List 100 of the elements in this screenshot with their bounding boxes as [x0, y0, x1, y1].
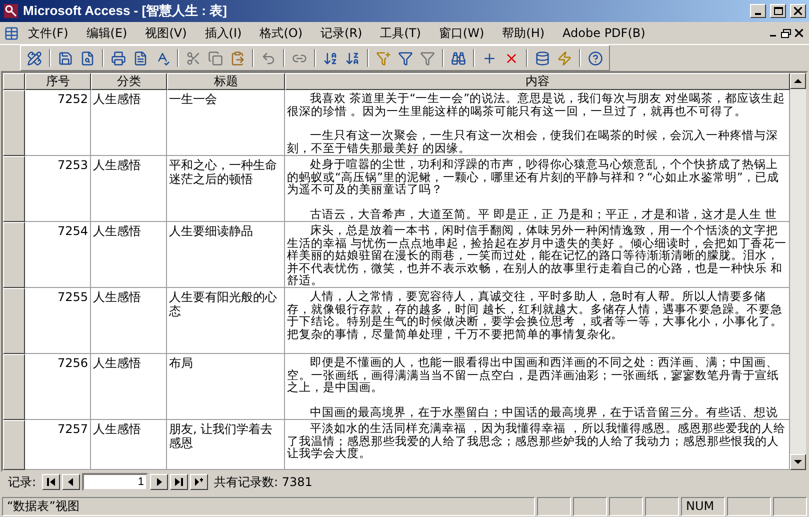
menu-item[interactable]: 文件(F) [19, 22, 78, 44]
first-record-button[interactable] [42, 474, 60, 490]
table-cell: 人生要有阳光般的心态 [167, 288, 285, 354]
status-pane [773, 496, 807, 516]
record-selector[interactable] [3, 288, 25, 354]
table-cell: 7255 [25, 288, 91, 354]
table-cell: 7252 [25, 90, 91, 156]
table-cell: 人生感悟 [91, 288, 167, 354]
column-header[interactable]: 标题 [167, 73, 285, 90]
record-number-field[interactable]: 1 [82, 473, 148, 491]
help-button[interactable] [586, 50, 605, 66]
table-cell: 7253 [25, 156, 91, 222]
new-record-icon [195, 478, 204, 486]
content-paragraph: 人情，人之常情，要宽容待人，真诚交往，平时多助人，急时有人帮。所以人情要多储存，就像银行存款，存的越多，时间 越长，红利就越大。多储存人情，遇事不要急躁。不要急于下结论。特别是生气的时候做决断，要学会换位思考 ，或者等一等，大事化小，小事化了。把复杂的事情，尽量简单处理，千万不要把简单的事情复杂化。 [287, 290, 784, 340]
menu-item[interactable]: 记录(R) [312, 22, 372, 44]
sort-descending-icon [345, 50, 360, 66]
table-cell: 朋友, 让我们学着去感恩 [167, 420, 285, 470]
database-window-icon [535, 50, 550, 66]
table-cell: 布局 [167, 354, 285, 420]
printer-icon [111, 50, 126, 66]
print-preview-icon [133, 50, 148, 66]
column-header[interactable]: 序号 [25, 73, 91, 90]
table-cell: 人生感悟 [91, 90, 167, 156]
menu-item[interactable]: 视图(V) [136, 22, 196, 44]
status-pane [537, 496, 571, 516]
save-icon [58, 50, 73, 66]
scissors-icon [186, 50, 201, 66]
close-icon [794, 7, 802, 15]
printer-button[interactable] [109, 50, 128, 66]
table-cell: 人生感悟 [91, 420, 167, 470]
table-icon [4, 26, 19, 40]
filter-form-icon [398, 50, 413, 66]
close-icon [795, 29, 803, 37]
undo-icon [261, 50, 276, 66]
first-record-icon [47, 478, 56, 486]
help-icon [588, 50, 603, 66]
record-selector[interactable] [3, 420, 25, 470]
table-cell: 人生要细读静品 [167, 222, 285, 288]
content-paragraph: 床头，总是放着一本书，闲时信手翻阅，体味另外一种闲情逸致，用一个个恬淡的文字把生活的幸福 与忧伤一点点地串起，捡拾起在岁月中遗失的美好 。倾心细读时，会把如丁香花一样美丽的姑娘驻留在漫长的雨巷，一笑而过处，能在记忆的路口等待渐渐清晰的朦胧。泪水，并不代表忧伤，微笑，也并不表示欢畅，在别人的故事里行走着自己的心路，也是一种快乐 和舒适。 [287, 224, 787, 286]
status-pane [645, 496, 679, 516]
table-cell: 7257 [25, 420, 91, 470]
table-cell: 7254 [25, 222, 91, 288]
close-button[interactable] [793, 28, 805, 38]
binoculars-icon [451, 50, 466, 66]
record-count: 共有记录数: 7381 [214, 474, 312, 490]
content-paragraph: 中国画的最高境界，在于水墨留白；中国话的最高境界，在于话音留三分。有些话、想说 [309, 406, 779, 418]
design-view-button[interactable] [25, 50, 44, 66]
binoculars-button[interactable] [449, 50, 468, 66]
down-arrow-icon [794, 458, 802, 466]
content-paragraph: 即便是不懂画的人，也能一眼看得出中国画和西洋画的不同之处：西洋画、满；中国画、空。一张画纸，画得满满当当不留一点空白，是西洋画油彩；一张画纸，寥寥数笔丹青于宣纸之上，是中国画。 [287, 356, 780, 394]
column-header[interactable]: 分类 [91, 73, 167, 90]
menu-item[interactable]: 插入(I) [196, 22, 251, 44]
new-object-icon [557, 50, 572, 66]
restore-button[interactable] [779, 28, 793, 38]
close-button[interactable] [790, 4, 806, 18]
menu-item[interactable]: 工具(T) [371, 22, 430, 44]
new-record-icon [482, 50, 497, 66]
last-record-button[interactable] [170, 474, 188, 490]
new-record-button[interactable] [190, 474, 208, 490]
select-all-button[interactable] [3, 73, 25, 90]
content-paragraph: 我喜欢 茶道里关于“一生一会”的说法。意思是说，我们每次与朋友 对坐喝茶，都应该生起很深的珍惜 。因为一生里能这样的喝茶可能只有这一回，一旦过了，就再也不可得了。 [287, 92, 786, 117]
funnel-button[interactable] [418, 50, 437, 66]
design-view-icon [27, 50, 42, 66]
last-record-icon [175, 478, 184, 486]
record-selector[interactable] [3, 354, 25, 420]
spell-check-icon [155, 50, 170, 66]
table-cell: 平和之心，一种生命迷茫之后的顿悟 [167, 156, 285, 222]
record-selector[interactable] [3, 156, 25, 222]
menu-item[interactable]: 窗口(W) [430, 22, 494, 44]
filter-form-button[interactable] [396, 50, 415, 66]
record-selector[interactable] [3, 90, 25, 156]
status-pane [573, 496, 607, 516]
column-header[interactable]: 内容 [285, 73, 790, 90]
previous-icon [67, 478, 76, 486]
status-text: “数据表”视图 [2, 496, 535, 516]
restore-icon [781, 28, 791, 38]
next-icon [155, 478, 164, 486]
maximize-button[interactable] [770, 4, 786, 18]
menu-item[interactable]: 帮助(H) [493, 22, 554, 44]
num-lock-indicator: NUM [681, 496, 725, 516]
table-cell: 一生一会 [167, 90, 285, 156]
previous-record-button[interactable] [62, 474, 80, 490]
table-cell: 7256 [25, 354, 91, 420]
copy-icon [208, 50, 223, 66]
menu-item[interactable]: Adobe PDF(B) [554, 24, 654, 42]
record-selector[interactable] [3, 222, 25, 288]
table-cell: 人生感悟 [91, 354, 167, 420]
status-pane [609, 496, 643, 516]
record-label: 记录: [8, 474, 36, 490]
table-cell: 人生感悟 [91, 222, 167, 288]
minimize-button[interactable] [750, 4, 766, 18]
paste-icon [230, 50, 245, 66]
content-paragraph: 处身于喧嚣的尘世，功利和浮躁的市声，吵得你心猿意马心烦意乱，个个快挤成了热锅上的蚂蚁或“高压锅”里的泥鳅，一颗心，哪里还有片刻的平静与祥和？“心如止水鉴常明”，已成为遥不可及的美丽童话了吗？ [287, 158, 780, 196]
funnel-icon [420, 50, 435, 66]
maximize-icon [774, 7, 782, 15]
menu-item[interactable]: 编辑(E) [77, 22, 136, 44]
copy-button[interactable] [206, 50, 225, 66]
menu-item[interactable]: 格式(O) [250, 22, 312, 44]
vertical-scrollbar[interactable] [790, 73, 806, 470]
next-record-button[interactable] [150, 474, 168, 490]
